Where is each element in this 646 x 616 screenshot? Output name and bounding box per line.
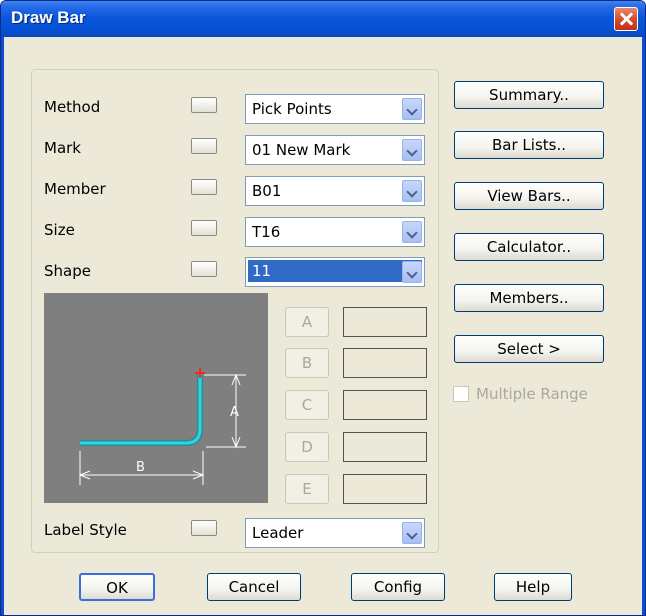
member-select[interactable]: B01 <box>245 176 425 206</box>
chevron-down-icon[interactable] <box>402 98 422 120</box>
label-style-label: Label Style <box>44 521 127 539</box>
close-icon[interactable] <box>614 7 638 31</box>
view-bars-button[interactable]: View Bars.. <box>454 182 604 210</box>
shape-preview: A B <box>44 293 268 503</box>
bar-shape-outline <box>80 373 203 446</box>
size-toggle-button[interactable] <box>191 220 217 236</box>
method-select[interactable]: Pick Points <box>245 94 425 124</box>
size-label: Size <box>44 221 75 239</box>
dim-c-field[interactable] <box>343 390 427 420</box>
chevron-down-icon[interactable] <box>402 180 422 202</box>
label-style-toggle-button[interactable] <box>191 520 217 536</box>
shape-value: 11 <box>248 260 422 282</box>
help-button[interactable]: Help <box>494 573 572 601</box>
config-button[interactable]: Config <box>351 573 445 601</box>
mark-toggle-button[interactable] <box>191 138 217 154</box>
window-frame-right <box>642 37 645 615</box>
dim-d-button[interactable]: D <box>285 432 329 462</box>
method-toggle-button[interactable] <box>191 97 217 113</box>
window-frame-left <box>1 37 4 615</box>
chevron-down-icon[interactable] <box>402 221 422 243</box>
label-style-value: Leader <box>252 524 304 542</box>
method-label: Method <box>44 98 101 116</box>
label-style-select[interactable]: Leader <box>245 518 425 548</box>
member-label: Member <box>44 180 106 198</box>
method-value: Pick Points <box>252 100 332 118</box>
dim-e-field[interactable] <box>343 474 427 504</box>
dim-b-field[interactable] <box>343 348 427 378</box>
title-bar[interactable]: Draw Bar <box>1 1 645 37</box>
calculator-button[interactable]: Calculator.. <box>454 233 604 261</box>
mark-label: Mark <box>44 139 81 157</box>
dim-e-button[interactable]: E <box>285 474 329 504</box>
chevron-down-icon[interactable] <box>402 261 422 283</box>
shape-label: Shape <box>44 262 91 280</box>
dim-d-field[interactable] <box>343 432 427 462</box>
dim-a-button[interactable]: A <box>285 307 329 337</box>
size-value: T16 <box>252 223 281 241</box>
mark-value: 01 New Mark <box>252 141 351 159</box>
dim-a-label: A <box>230 405 239 420</box>
chevron-down-icon[interactable] <box>402 139 422 161</box>
dim-b-button[interactable]: B <box>285 348 329 378</box>
bar-shape-line <box>80 373 202 445</box>
shape-select[interactable]: 11 <box>245 257 425 287</box>
dim-a-field[interactable] <box>343 307 427 337</box>
dim-b-label: B <box>136 460 145 475</box>
mark-select[interactable]: 01 New Mark <box>245 135 425 165</box>
shape-toggle-button[interactable] <box>191 261 217 277</box>
window-title: Draw Bar <box>11 8 86 27</box>
multiple-range-checkbox[interactable] <box>453 386 469 402</box>
bar-lists-button[interactable]: Bar Lists.. <box>454 131 604 159</box>
dim-c-button[interactable]: C <box>285 390 329 420</box>
ok-button[interactable]: OK <box>79 573 155 601</box>
bar-shape-diagram: A B <box>78 368 246 485</box>
chevron-down-icon[interactable] <box>402 522 422 544</box>
members-button[interactable]: Members.. <box>454 284 604 312</box>
size-select[interactable]: T16 <box>245 217 425 247</box>
summary-button[interactable]: Summary.. <box>454 81 604 109</box>
cancel-button[interactable]: Cancel <box>207 573 301 601</box>
multiple-range-label: Multiple Range <box>476 385 588 403</box>
member-toggle-button[interactable] <box>191 179 217 195</box>
draw-bar-dialog: Draw Bar Method Pick Points Mark 01 New … <box>0 0 646 616</box>
member-value: B01 <box>252 182 282 200</box>
select-button[interactable]: Select > <box>454 335 604 363</box>
